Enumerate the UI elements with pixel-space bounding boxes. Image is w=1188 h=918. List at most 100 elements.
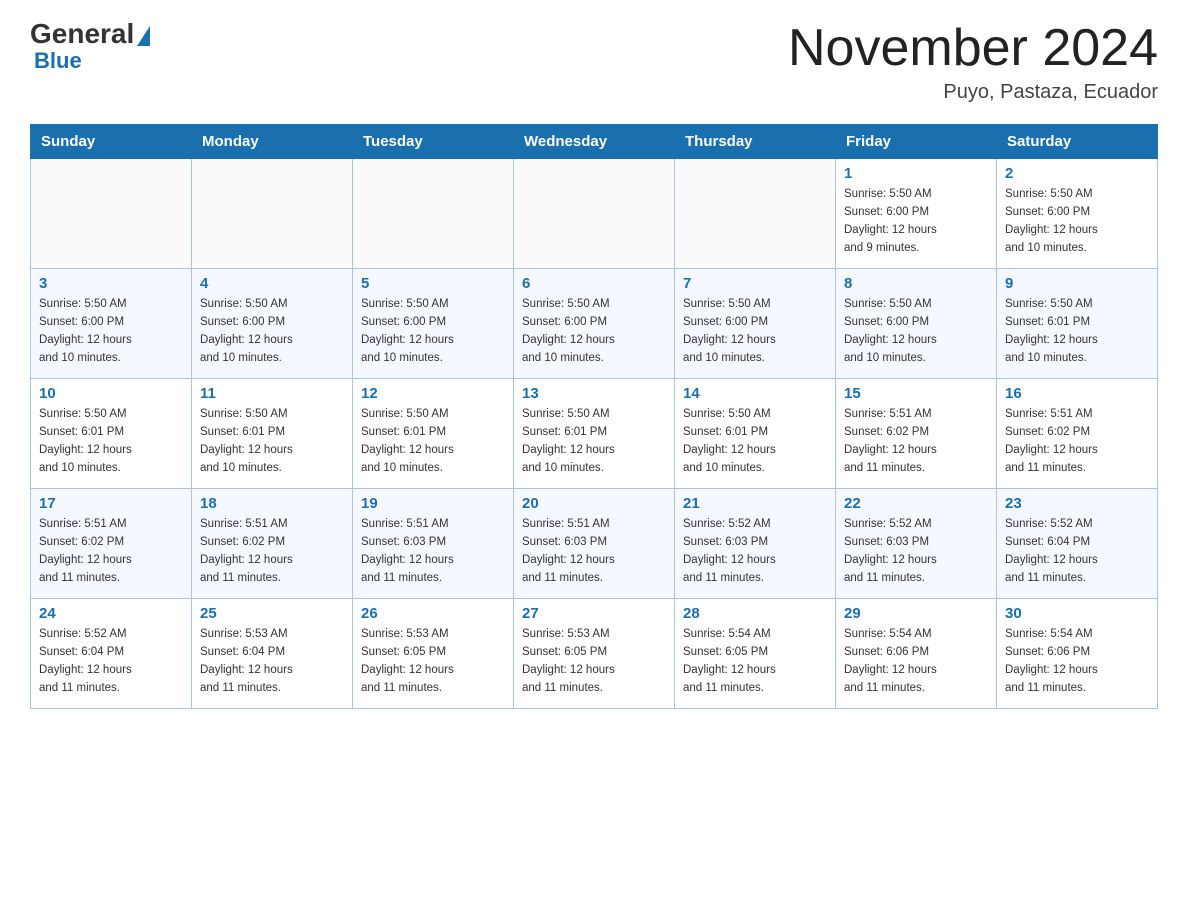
day-number: 1 [844,165,988,182]
col-header-thursday: Thursday [675,125,836,159]
day-number: 19 [361,495,505,512]
day-number: 23 [1005,495,1149,512]
calendar-cell: 6 Sunrise: 5:50 AM Sunset: 6:00 PM Daylig… [514,269,675,379]
calendar-cell: 10Sunrise: 5:50 AM Sunset: 6:01 PM Dayli… [31,379,192,489]
day-info: Sunrise: 5:53 AM Sunset: 6:05 PM Dayligh… [522,626,666,697]
calendar-cell: 29 Sunrise: 5:54 AM Sunset: 6:06 PM Dayli… [836,599,997,709]
day-number: 14 [683,385,827,402]
calendar-week-row: 3 Sunrise: 5:50 AM Sunset: 6:00 PM Daylig… [31,269,1158,379]
logo-general: General [30,20,134,48]
calendar-header-row: SundayMondayTuesdayWednesdayThursdayFrid… [31,125,1158,159]
day-info: Sunrise: 5:54 AM Sunset: 6:06 PM Dayligh… [1005,626,1149,697]
calendar-cell: 24Sunrise: 5:52 AM Sunset: 6:04 PM Dayli… [31,599,192,709]
day-number: 4 [200,275,344,292]
day-number: 15 [844,385,988,402]
day-number: 30 [1005,605,1149,622]
calendar-cell: 3 Sunrise: 5:50 AM Sunset: 6:00 PM Daylig… [31,269,192,379]
calendar-cell: 16Sunrise: 5:51 AM Sunset: 6:02 PM Dayli… [997,379,1158,489]
calendar-cell: 13 Sunrise: 5:50 AM Sunset: 6:01 PM Dayli… [514,379,675,489]
calendar-cell [192,159,353,269]
day-info: Sunrise: 5:53 AM Sunset: 6:04 PM Dayligh… [200,626,344,697]
day-info: Sunrise: 5:51 AM Sunset: 6:03 PM Dayligh… [522,516,666,587]
month-title: November 2024 [788,20,1158,77]
day-number: 12 [361,385,505,402]
calendar-cell: 17Sunrise: 5:51 AM Sunset: 6:02 PM Dayli… [31,489,192,599]
col-header-wednesday: Wednesday [514,125,675,159]
day-number: 6 [522,275,666,292]
day-info: Sunrise: 5:50 AM Sunset: 6:00 PM Dayligh… [522,296,666,367]
calendar-cell [514,159,675,269]
day-info: Sunrise: 5:50 AM Sunset: 6:01 PM Dayligh… [683,406,827,477]
logo-blue: Blue [30,48,82,73]
day-info: Sunrise: 5:50 AM Sunset: 6:00 PM Dayligh… [1005,186,1149,257]
day-number: 5 [361,275,505,292]
calendar-cell: 5 Sunrise: 5:50 AM Sunset: 6:00 PM Daylig… [353,269,514,379]
calendar-cell: 28 Sunrise: 5:54 AM Sunset: 6:05 PM Dayli… [675,599,836,709]
col-header-friday: Friday [836,125,997,159]
day-info: Sunrise: 5:52 AM Sunset: 6:03 PM Dayligh… [683,516,827,587]
calendar-cell: 21 Sunrise: 5:52 AM Sunset: 6:03 PM Dayli… [675,489,836,599]
calendar-cell: 25 Sunrise: 5:53 AM Sunset: 6:04 PM Dayli… [192,599,353,709]
day-info: Sunrise: 5:54 AM Sunset: 6:05 PM Dayligh… [683,626,827,697]
calendar-cell: 26 Sunrise: 5:53 AM Sunset: 6:05 PM Dayli… [353,599,514,709]
calendar-cell: 19 Sunrise: 5:51 AM Sunset: 6:03 PM Dayli… [353,489,514,599]
calendar-cell [31,159,192,269]
day-number: 7 [683,275,827,292]
day-number: 16 [1005,385,1149,402]
calendar-cell: 23 Sunrise: 5:52 AM Sunset: 6:04 PM Dayli… [997,489,1158,599]
day-info: Sunrise: 5:50 AM Sunset: 6:00 PM Dayligh… [200,296,344,367]
day-number: 29 [844,605,988,622]
day-number: 21 [683,495,827,512]
day-info: Sunrise: 5:50 AM Sunset: 6:01 PM Dayligh… [522,406,666,477]
calendar-cell: 27 Sunrise: 5:53 AM Sunset: 6:05 PM Dayli… [514,599,675,709]
col-header-saturday: Saturday [997,125,1158,159]
calendar-week-row: 17Sunrise: 5:51 AM Sunset: 6:02 PM Dayli… [31,489,1158,599]
day-number: 26 [361,605,505,622]
day-info: Sunrise: 5:51 AM Sunset: 6:02 PM Dayligh… [844,406,988,477]
day-info: Sunrise: 5:54 AM Sunset: 6:06 PM Dayligh… [844,626,988,697]
day-info: Sunrise: 5:51 AM Sunset: 6:03 PM Dayligh… [361,516,505,587]
day-number: 28 [683,605,827,622]
day-info: Sunrise: 5:50 AM Sunset: 6:00 PM Dayligh… [844,296,988,367]
calendar-cell [675,159,836,269]
day-info: Sunrise: 5:50 AM Sunset: 6:01 PM Dayligh… [200,406,344,477]
day-number: 25 [200,605,344,622]
day-info: Sunrise: 5:50 AM Sunset: 6:00 PM Dayligh… [683,296,827,367]
day-info: Sunrise: 5:52 AM Sunset: 6:04 PM Dayligh… [1005,516,1149,587]
page-header: General Blue November 2024 Puyo, Pastaza… [30,20,1158,104]
day-number: 9 [1005,275,1149,292]
day-info: Sunrise: 5:53 AM Sunset: 6:05 PM Dayligh… [361,626,505,697]
col-header-sunday: Sunday [31,125,192,159]
calendar-cell: 30 Sunrise: 5:54 AM Sunset: 6:06 PM Dayli… [997,599,1158,709]
calendar-cell: 7 Sunrise: 5:50 AM Sunset: 6:00 PM Daylig… [675,269,836,379]
calendar-cell: 2Sunrise: 5:50 AM Sunset: 6:00 PM Daylig… [997,159,1158,269]
day-info: Sunrise: 5:50 AM Sunset: 6:00 PM Dayligh… [844,186,988,257]
calendar-cell: 9 Sunrise: 5:50 AM Sunset: 6:01 PM Daylig… [997,269,1158,379]
day-number: 27 [522,605,666,622]
calendar-week-row: 24Sunrise: 5:52 AM Sunset: 6:04 PM Dayli… [31,599,1158,709]
day-number: 8 [844,275,988,292]
calendar-cell: 20Sunrise: 5:51 AM Sunset: 6:03 PM Dayli… [514,489,675,599]
day-number: 13 [522,385,666,402]
col-header-monday: Monday [192,125,353,159]
day-info: Sunrise: 5:52 AM Sunset: 6:04 PM Dayligh… [39,626,183,697]
day-number: 18 [200,495,344,512]
day-info: Sunrise: 5:50 AM Sunset: 6:00 PM Dayligh… [39,296,183,367]
calendar-week-row: 10Sunrise: 5:50 AM Sunset: 6:01 PM Dayli… [31,379,1158,489]
day-info: Sunrise: 5:50 AM Sunset: 6:00 PM Dayligh… [361,296,505,367]
calendar-cell: 14 Sunrise: 5:50 AM Sunset: 6:01 PM Dayli… [675,379,836,489]
calendar-cell: 11 Sunrise: 5:50 AM Sunset: 6:01 PM Dayli… [192,379,353,489]
logo-triangle-icon [137,26,150,46]
day-number: 3 [39,275,183,292]
calendar-cell: 18 Sunrise: 5:51 AM Sunset: 6:02 PM Dayli… [192,489,353,599]
logo: General Blue [30,20,150,74]
calendar-cell: 4 Sunrise: 5:50 AM Sunset: 6:00 PM Daylig… [192,269,353,379]
calendar-cell: 8 Sunrise: 5:50 AM Sunset: 6:00 PM Daylig… [836,269,997,379]
calendar-table: SundayMondayTuesdayWednesdayThursdayFrid… [30,124,1158,709]
title-area: November 2024 Puyo, Pastaza, Ecuador [788,20,1158,104]
calendar-cell: 15 Sunrise: 5:51 AM Sunset: 6:02 PM Dayli… [836,379,997,489]
day-info: Sunrise: 5:51 AM Sunset: 6:02 PM Dayligh… [200,516,344,587]
day-info: Sunrise: 5:52 AM Sunset: 6:03 PM Dayligh… [844,516,988,587]
day-number: 11 [200,385,344,402]
day-info: Sunrise: 5:50 AM Sunset: 6:01 PM Dayligh… [1005,296,1149,367]
